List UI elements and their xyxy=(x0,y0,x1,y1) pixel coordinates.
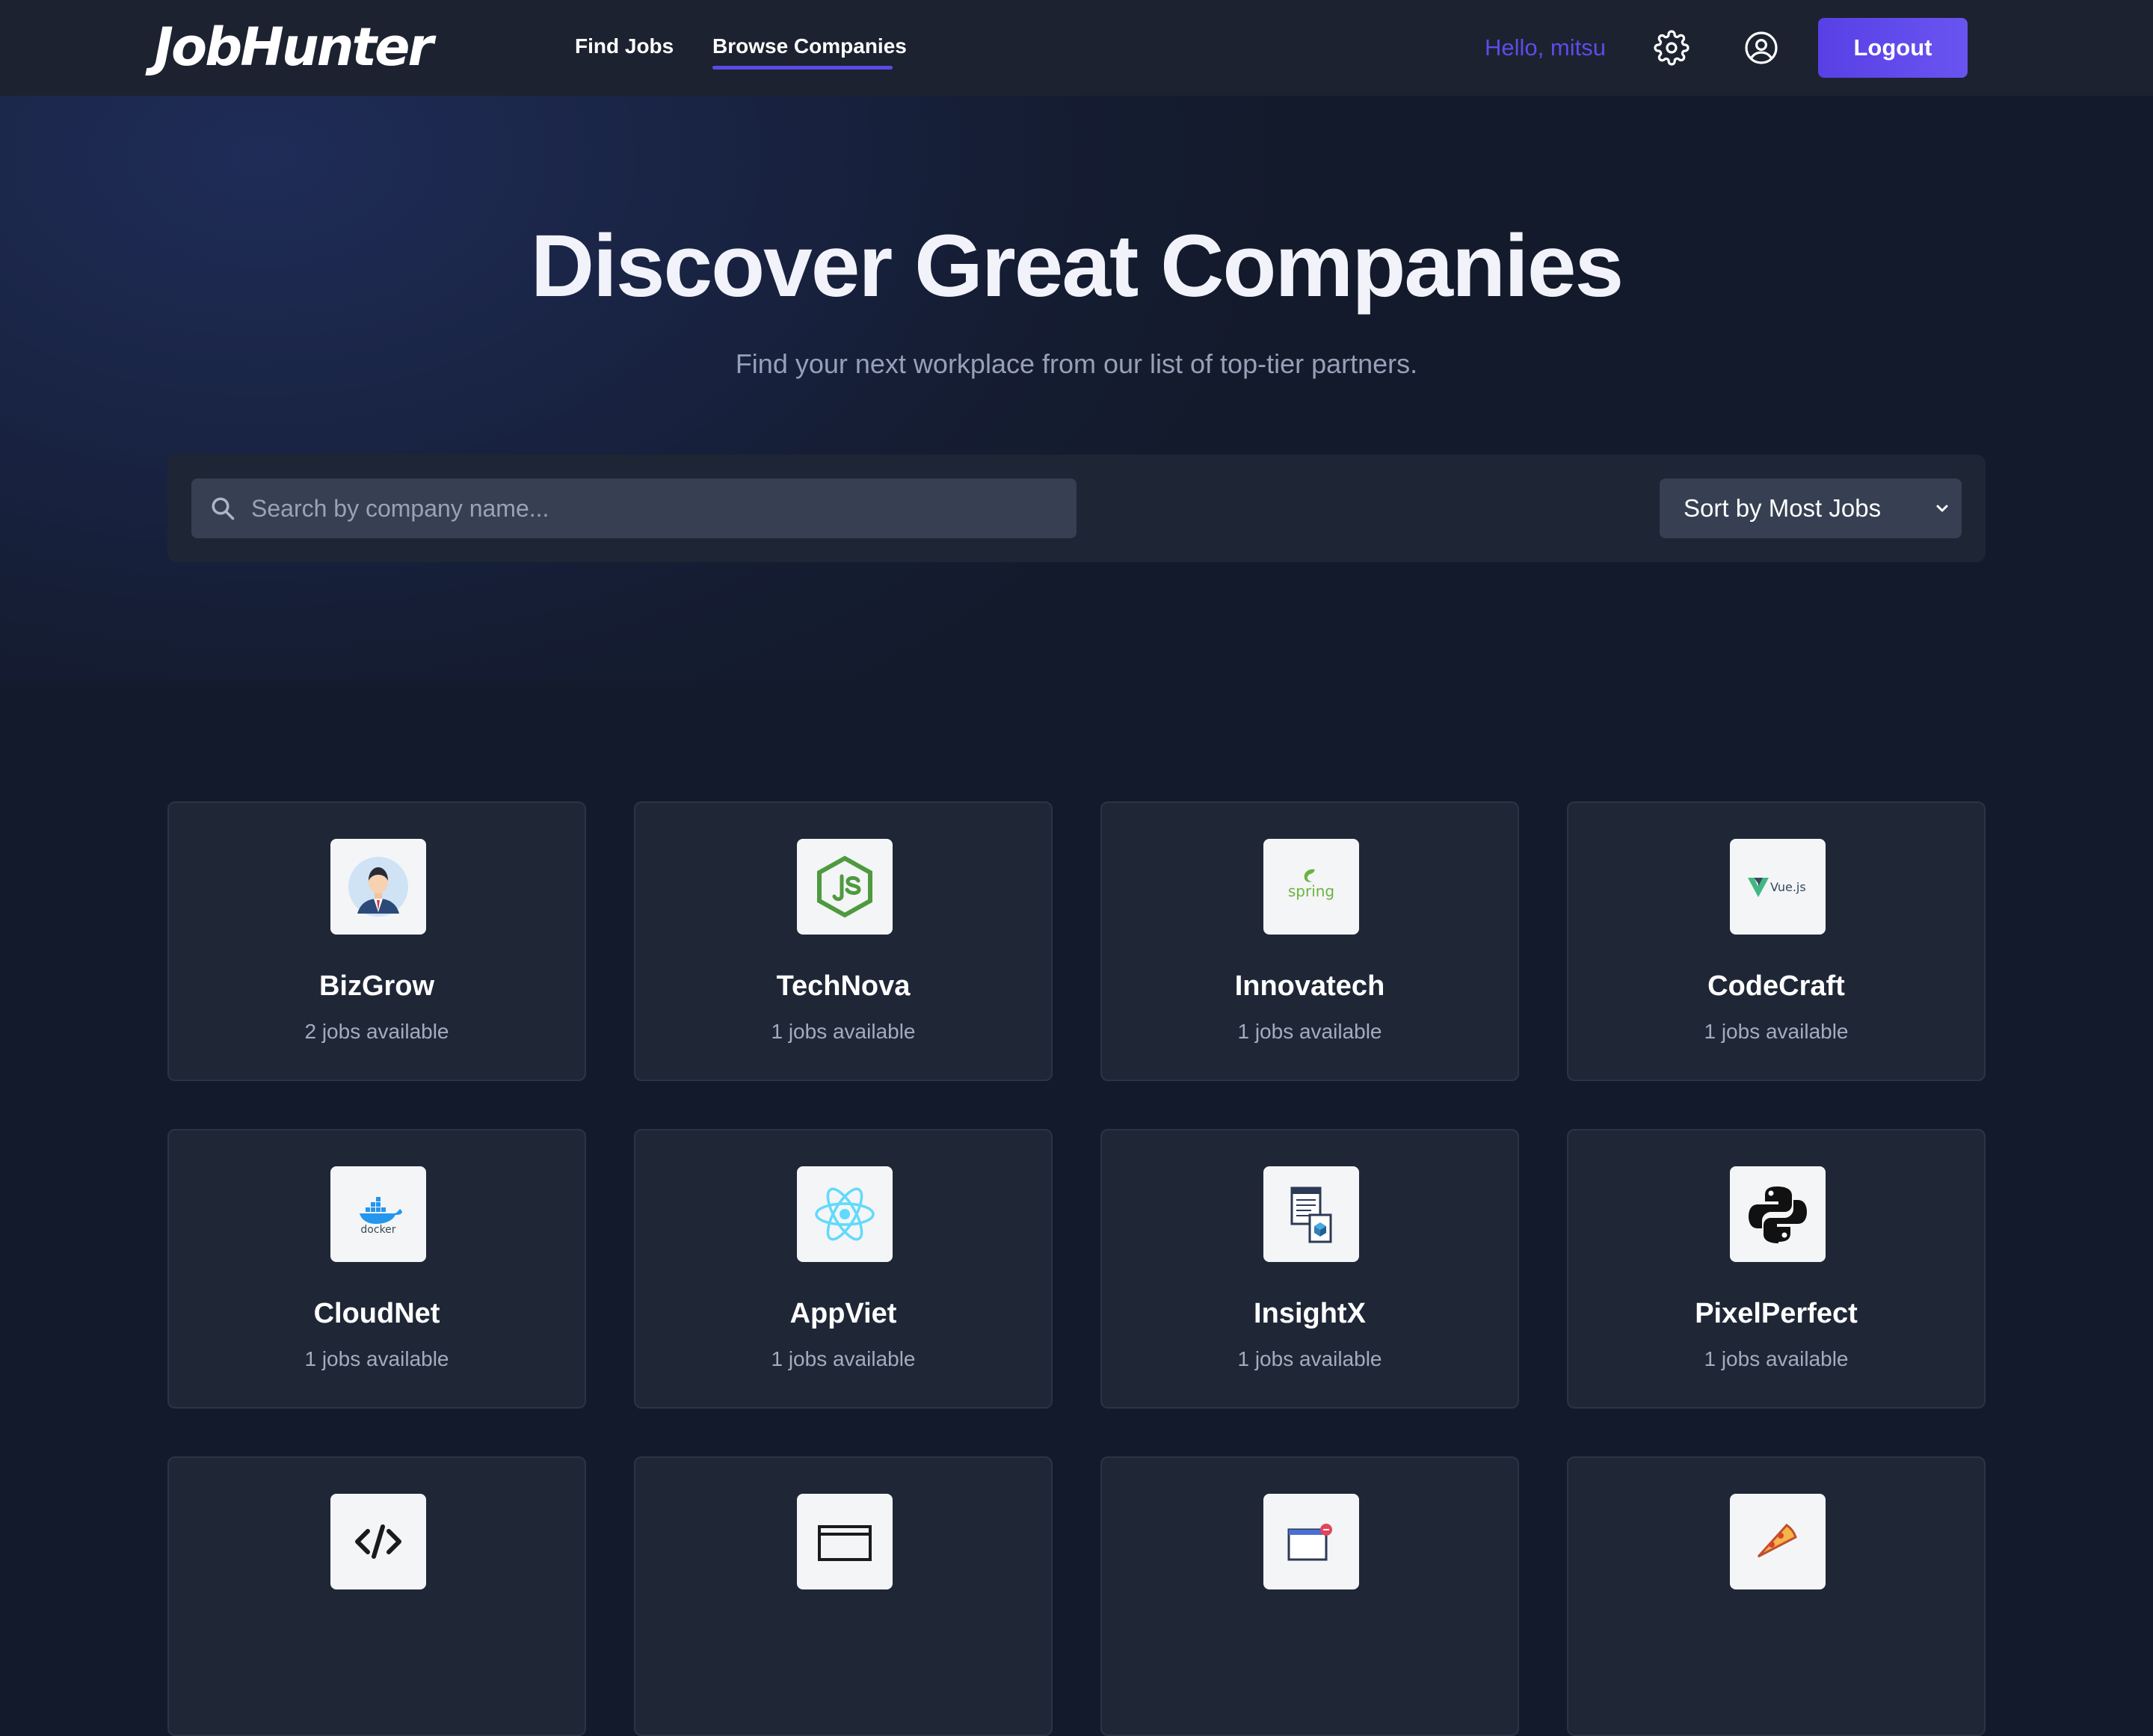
filter-panel: Sort by Most Jobs xyxy=(167,455,1986,562)
docker-icon: docker xyxy=(360,1197,402,1236)
company-logo xyxy=(1263,1166,1359,1262)
company-card[interactable] xyxy=(1567,1456,1986,1736)
company-card[interactable]: BizGrow 2 jobs available xyxy=(167,801,586,1081)
user-circle-icon xyxy=(1745,31,1778,64)
company-job-count: 1 jobs available xyxy=(1237,1347,1382,1370)
company-card[interactable] xyxy=(167,1456,586,1736)
company-logo xyxy=(330,839,426,935)
company-logo xyxy=(797,1166,893,1262)
company-name: CloudNet xyxy=(313,1298,440,1329)
search-box xyxy=(191,478,1076,538)
company-logo: docker xyxy=(330,1166,426,1262)
top-navbar: JobHunter Find Jobs Browse Companies Hel… xyxy=(0,0,2153,96)
company-card[interactable]: AppViet 1 jobs available xyxy=(634,1129,1053,1409)
company-job-count: 1 jobs available xyxy=(771,1347,916,1370)
vuejs-icon: Vue.js xyxy=(1748,878,1806,897)
react-icon xyxy=(815,1187,875,1241)
hero-section: Discover Great Companies Find your next … xyxy=(0,96,2153,680)
company-card[interactable] xyxy=(634,1456,1053,1736)
company-name: InsightX xyxy=(1254,1298,1366,1329)
company-logo xyxy=(1730,1166,1826,1262)
window-icon xyxy=(818,1525,872,1561)
sort-select[interactable]: Sort by Most Jobs xyxy=(1660,478,1962,538)
spring-icon: spring xyxy=(1288,869,1334,900)
company-card[interactable]: PixelPerfect 1 jobs available xyxy=(1567,1129,1986,1409)
python-icon xyxy=(1749,1186,1807,1243)
search-icon xyxy=(212,497,235,520)
businessman-avatar-icon xyxy=(348,857,408,917)
company-card[interactable]: Vue.js CodeCraft 1 jobs available xyxy=(1567,801,1986,1081)
sort-selected-value: Sort by Most Jobs xyxy=(1684,494,1882,522)
chevron-down-icon xyxy=(1936,505,1948,512)
company-card[interactable]: docker CloudNet 1 jobs available xyxy=(167,1129,586,1409)
company-job-count: 1 jobs available xyxy=(1704,1347,1849,1370)
site-logo[interactable]: JobHunter xyxy=(154,16,434,78)
company-logo xyxy=(797,839,893,935)
company-name: CodeCraft xyxy=(1707,970,1845,1002)
company-job-count: 1 jobs available xyxy=(771,1020,916,1043)
svg-text:docker: docker xyxy=(360,1224,395,1236)
company-logo xyxy=(1730,1494,1826,1589)
company-card[interactable] xyxy=(1100,1456,1519,1736)
svg-text:Vue.js: Vue.js xyxy=(1770,880,1806,894)
logout-button[interactable]: Logout xyxy=(1818,18,1968,78)
company-logo xyxy=(797,1494,893,1589)
settings-button[interactable] xyxy=(1652,28,1691,67)
company-card[interactable]: InsightX 1 jobs available xyxy=(1100,1129,1519,1409)
page-subtitle: Find your next workplace from our list o… xyxy=(735,348,1418,379)
active-nav-indicator xyxy=(712,66,893,70)
company-name: BizGrow xyxy=(318,970,435,1002)
company-name: AppViet xyxy=(789,1298,897,1329)
company-search-input[interactable] xyxy=(251,478,1059,538)
company-name: Innovatech xyxy=(1234,970,1385,1002)
company-name: TechNova xyxy=(776,970,911,1002)
company-job-count: 1 jobs available xyxy=(304,1347,449,1370)
pizza-icon xyxy=(1757,1524,1797,1558)
company-logo xyxy=(1263,1494,1359,1589)
svg-text:spring: spring xyxy=(1288,882,1334,900)
code-brackets-icon xyxy=(355,1524,401,1559)
page-title: Discover Great Companies xyxy=(530,217,1624,316)
profile-button[interactable] xyxy=(1742,28,1781,67)
browser-bug-icon xyxy=(1287,1524,1332,1561)
company-logo xyxy=(330,1494,426,1589)
documents-cube-icon xyxy=(1290,1186,1332,1243)
nav-link-find-jobs[interactable]: Find Jobs xyxy=(575,34,674,58)
gear-icon xyxy=(1654,30,1690,66)
company-logo: spring xyxy=(1263,839,1359,935)
nodejs-icon xyxy=(817,855,872,918)
company-job-count: 2 jobs available xyxy=(304,1020,449,1043)
company-name: PixelPerfect xyxy=(1695,1298,1858,1329)
company-job-count: 1 jobs available xyxy=(1237,1020,1382,1043)
user-greeting: Hello, mitsu xyxy=(1485,34,1606,61)
company-job-count: 1 jobs available xyxy=(1704,1020,1849,1043)
company-logo: Vue.js xyxy=(1730,839,1826,935)
nav-link-browse-companies[interactable]: Browse Companies xyxy=(712,34,907,58)
company-card[interactable]: spring Innovatech 1 jobs available xyxy=(1100,801,1519,1081)
company-card[interactable]: TechNova 1 jobs available xyxy=(634,801,1053,1081)
